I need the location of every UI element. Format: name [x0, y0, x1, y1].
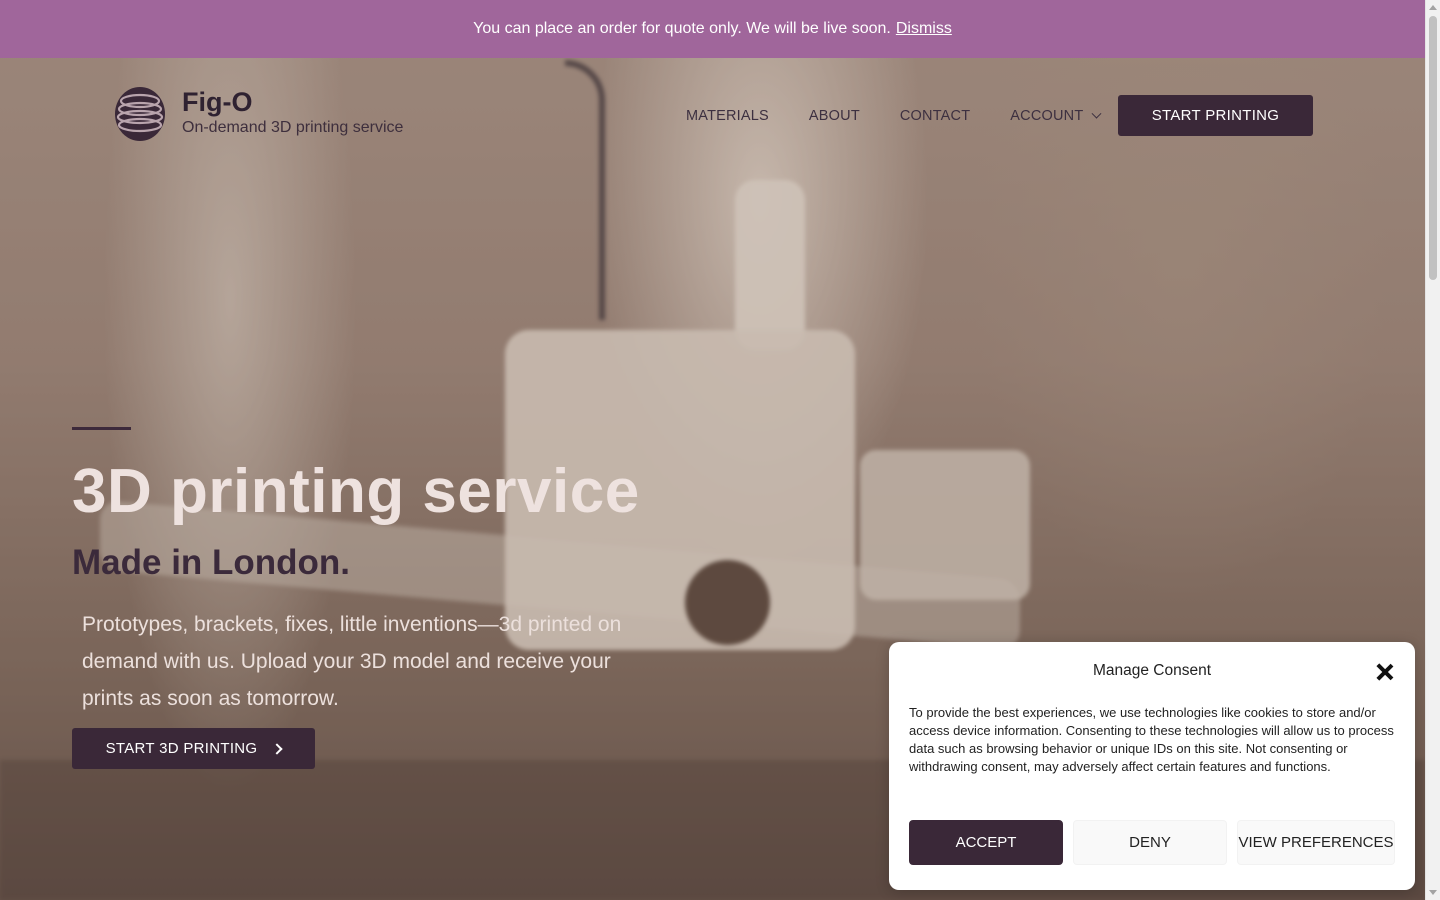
close-icon[interactable]	[1374, 661, 1396, 683]
start-printing-button[interactable]: START PRINTING	[1118, 95, 1313, 136]
nav-item-contact[interactable]: CONTACT	[900, 105, 970, 127]
brand-name: Fig-O	[182, 87, 253, 117]
nav-item-account-label: ACCOUNT	[1010, 108, 1084, 124]
consent-title: Manage Consent	[1092, 662, 1212, 679]
chevron-right-icon	[271, 742, 284, 755]
nav-item-account[interactable]: ACCOUNT	[1010, 105, 1102, 127]
nav-item-materials[interactable]: MATERIALS	[686, 105, 769, 127]
scrollbar-thumb[interactable]	[1429, 16, 1437, 280]
start-3d-printing-label: START 3D PRINTING	[105, 740, 258, 757]
hero-accent-rule	[72, 427, 131, 430]
start-3d-printing-button[interactable]: START 3D PRINTING	[72, 728, 315, 769]
main-nav: MATERIALS ABOUT CONTACT ACCOUNT	[686, 105, 1140, 127]
page-scrollbar[interactable]	[1425, 0, 1440, 900]
nav-item-about[interactable]: ABOUT	[809, 105, 860, 127]
brand-tagline: On-demand 3D printing service	[182, 119, 404, 136]
chevron-down-icon	[1091, 108, 1102, 119]
brand-text: Fig-O On-demand 3D printing service	[182, 86, 403, 138]
site-logo[interactable]: Fig-O On-demand 3D printing service	[114, 86, 403, 142]
notice-text: You can place an order for quote only. W…	[473, 20, 891, 37]
consent-body: To provide the best experiences, we use …	[909, 705, 1394, 774]
scroll-down-arrow-icon[interactable]	[1429, 890, 1437, 895]
dismiss-link[interactable]: Dismiss	[896, 20, 952, 38]
deny-button[interactable]: DENY	[1073, 820, 1227, 865]
view-preferences-button[interactable]: VIEW PREFERENCES	[1237, 820, 1395, 865]
consent-dialog: Manage Consent To provide the best exper…	[889, 642, 1415, 890]
scroll-up-arrow-icon[interactable]	[1429, 5, 1437, 10]
hero-subtitle: Made in London.	[72, 543, 351, 582]
accept-button[interactable]: ACCEPT	[909, 820, 1063, 865]
stacked-rings-logo-icon	[114, 86, 166, 142]
notice-banner: You can place an order for quote only. W…	[0, 0, 1425, 58]
hero-description: Prototypes, brackets, fixes, little inve…	[82, 613, 622, 710]
hero-title: 3D printing service	[72, 457, 640, 526]
